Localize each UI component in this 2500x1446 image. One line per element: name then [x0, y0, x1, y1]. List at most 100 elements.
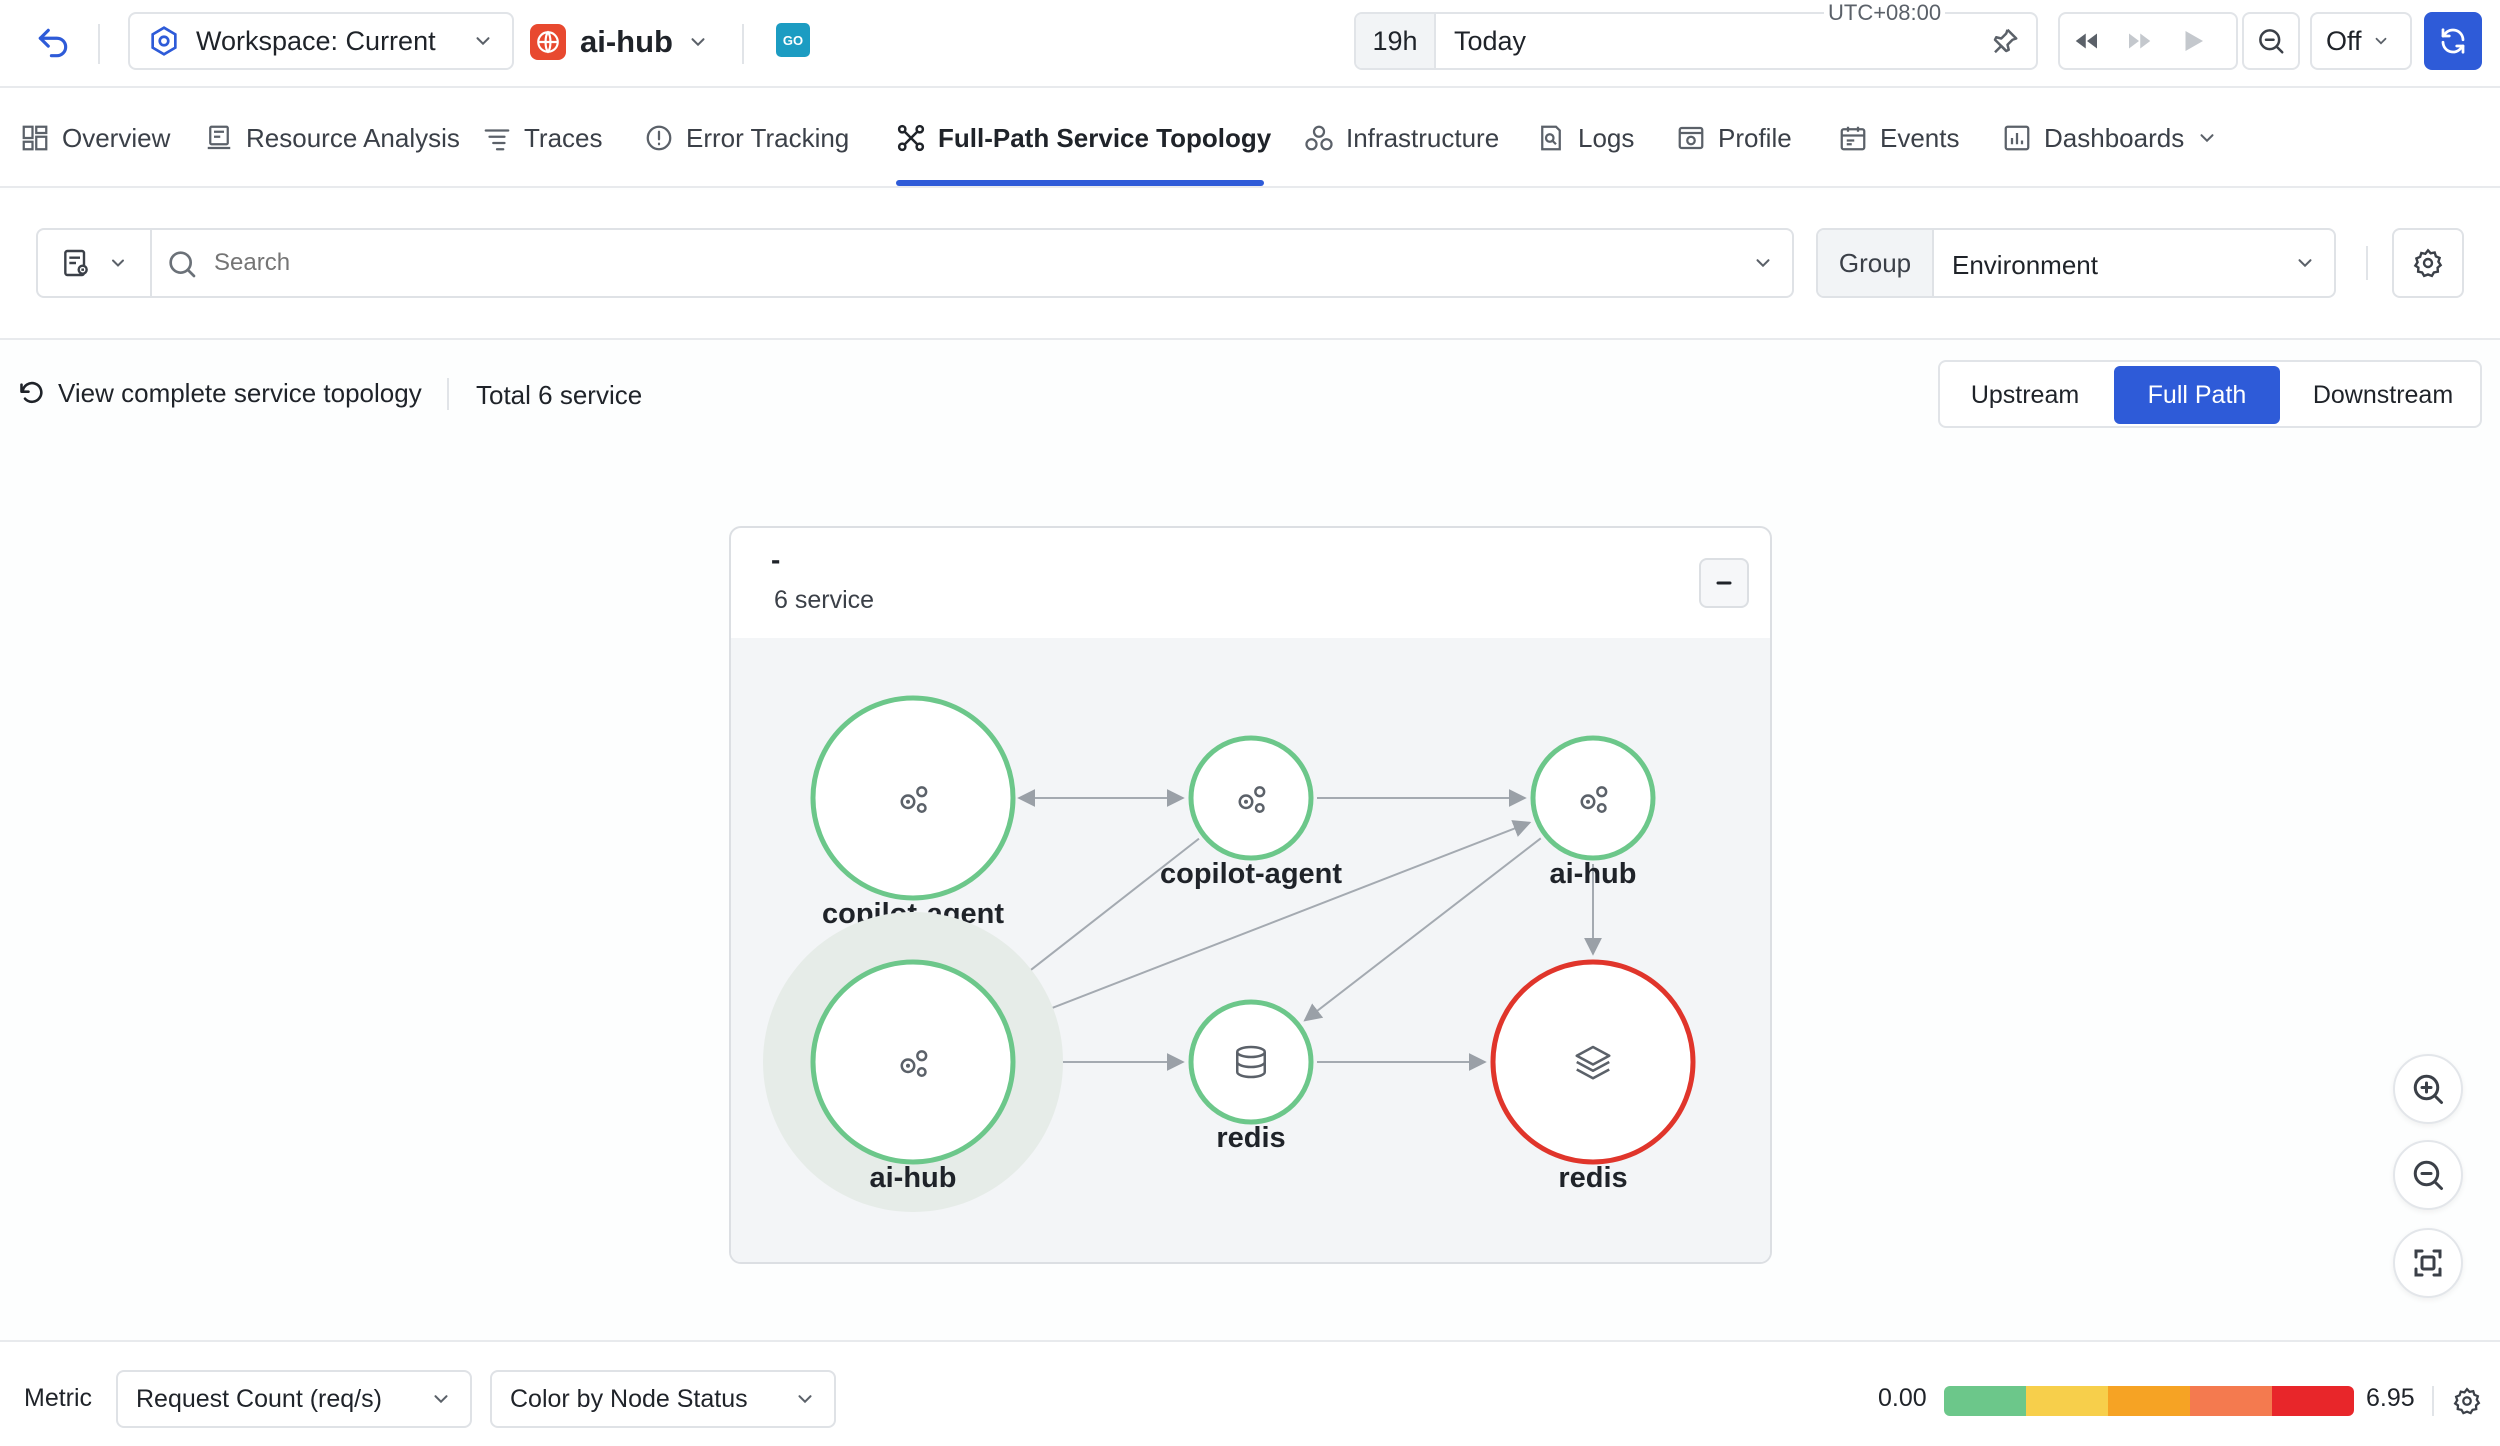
tab-traces[interactable]: Traces — [482, 88, 603, 188]
node-label: copilot-agent — [1160, 858, 1342, 890]
zoom-out-time-button[interactable] — [2242, 12, 2300, 70]
tab-error-tracking[interactable]: Error Tracking — [644, 88, 849, 188]
chevron-down-icon — [430, 1388, 452, 1410]
undo-icon — [18, 380, 46, 408]
workspace-icon — [148, 25, 180, 57]
topology-nodes: copilot-agent copilot-agent ai-hub ai-hub re… — [763, 695, 1696, 1212]
timezone-label: UTC+08:00 — [1824, 0, 1946, 26]
back-icon[interactable] — [34, 24, 72, 62]
app-globe-icon — [530, 24, 566, 60]
topology-canvas[interactable]: copilot-agent copilot-agent ai-hub ai-hub re… — [731, 638, 1770, 1262]
service-group-card: - 6 service copilot-agent copilot-agent ai… — [729, 526, 1772, 1264]
search-icon — [166, 248, 198, 280]
color-scale-segment — [2190, 1386, 2272, 1416]
fast-forward-icon[interactable] — [2124, 26, 2154, 56]
group-label-box: Group — [1818, 230, 1934, 296]
settings-button[interactable] — [2392, 228, 2464, 298]
chevron-down-icon — [2294, 252, 2316, 274]
zoom-in-button[interactable] — [2393, 1054, 2463, 1124]
metric-selector[interactable]: Request Count (req/s) — [116, 1370, 472, 1428]
workspace-selector[interactable]: Workspace: Current — [128, 12, 514, 70]
filter-list-icon — [60, 247, 92, 279]
metric-footer: Metric Request Count (req/s) Color by No… — [0, 1340, 2500, 1446]
search-input[interactable] — [214, 242, 1714, 284]
top-bar: Workspace: Current ai-hub GO 19h Today U… — [0, 0, 2500, 88]
play-icon[interactable] — [2178, 26, 2208, 56]
tab-events[interactable]: Events — [1838, 88, 1960, 188]
language-badge-text: GO — [782, 32, 804, 48]
auto-refresh-value: Off — [2326, 25, 2362, 56]
tab-profile[interactable]: Profile — [1676, 88, 1792, 188]
chevron-down-icon — [2196, 127, 2218, 149]
infrastructure-icon — [1304, 123, 1334, 153]
group-selector[interactable]: Group Environment — [1816, 228, 2336, 298]
overview-icon — [20, 123, 50, 153]
view-complete-topology-link[interactable]: View complete service topology — [18, 378, 422, 409]
gear-icon — [2412, 247, 2444, 279]
refresh-button[interactable] — [2424, 12, 2482, 70]
filter-bar: Group Environment — [0, 190, 2500, 340]
color-scale-segment — [2026, 1386, 2108, 1416]
node-label: redis — [1216, 1122, 1285, 1154]
scale-min-label: 0.00 — [1878, 1384, 1927, 1412]
events-icon — [1838, 123, 1868, 153]
color-mode-value: Color by Node Status — [510, 1384, 748, 1413]
mode-downstream[interactable]: Downstream — [2288, 366, 2478, 424]
fit-view-button[interactable] — [2393, 1228, 2463, 1298]
tab-resource-analysis[interactable]: Resource Analysis — [204, 88, 460, 188]
zoom-out-icon — [2410, 1157, 2446, 1193]
filter-type-selector[interactable] — [38, 230, 152, 296]
tab-logs[interactable]: Logs — [1536, 88, 1634, 188]
direction-toggle: Upstream Full Path Downstream — [1938, 360, 2482, 428]
chevron-down-icon — [794, 1388, 816, 1410]
chevron-down-icon — [687, 31, 709, 53]
topology-node[interactable]: copilot-agent — [1160, 735, 1342, 890]
error-icon — [644, 123, 674, 153]
gear-icon[interactable] — [2452, 1386, 2482, 1416]
tab-infrastructure[interactable]: Infrastructure — [1304, 88, 1499, 188]
rewind-icon[interactable] — [2072, 26, 2102, 56]
tab-dashboards[interactable]: Dashboards — [2002, 88, 2218, 188]
app-selector[interactable]: ai-hub — [530, 14, 716, 70]
topology-node[interactable]: redis — [1490, 959, 1696, 1194]
scale-max-label: 6.95 — [2366, 1384, 2415, 1412]
chevron-down-icon[interactable] — [1752, 252, 1774, 274]
topology-node[interactable]: copilot-agent — [810, 695, 1016, 930]
minus-icon — [1712, 571, 1736, 595]
metric-label: Metric — [24, 1384, 93, 1412]
tab-overview[interactable]: Overview — [20, 88, 170, 188]
logs-icon — [1536, 123, 1566, 153]
zoom-in-icon — [2410, 1071, 2446, 1107]
search-box — [36, 228, 1794, 298]
time-range-label: Today — [1454, 25, 1527, 56]
chevron-down-icon — [472, 30, 494, 52]
topology-node[interactable]: ai-hub — [1530, 735, 1656, 890]
refresh-icon — [2438, 26, 2468, 56]
collapse-group-button[interactable] — [1699, 558, 1749, 608]
app-name: ai-hub — [580, 24, 673, 59]
color-scale-segment — [1944, 1386, 2026, 1416]
pin-icon[interactable] — [1990, 26, 2020, 56]
playback-controls — [2058, 12, 2238, 70]
topology-icon — [896, 123, 926, 153]
fit-view-icon — [2410, 1245, 2446, 1281]
topology-node[interactable]: ai-hub — [763, 912, 1063, 1212]
auto-refresh-selector[interactable]: Off — [2310, 12, 2412, 70]
mode-full-path[interactable]: Full Path — [2114, 366, 2280, 424]
topology-node[interactable]: redis — [1188, 999, 1314, 1154]
group-title: - — [771, 544, 781, 575]
traces-icon — [482, 123, 512, 153]
time-range-short: 19h — [1356, 14, 1436, 68]
chevron-down-icon — [108, 253, 128, 273]
metric-value: Request Count (req/s) — [136, 1384, 382, 1413]
active-tab-indicator — [896, 180, 1264, 186]
chevron-down-icon — [2372, 32, 2390, 50]
zoom-out-icon — [2256, 26, 2286, 56]
color-mode-selector[interactable]: Color by Node Status — [490, 1370, 836, 1428]
node-label: ai-hub — [1550, 858, 1637, 890]
dashboards-icon — [2002, 123, 2032, 153]
mode-upstream[interactable]: Upstream — [1944, 366, 2106, 424]
tab-full-path-topology[interactable]: Full-Path Service Topology — [896, 88, 1271, 188]
group-label: Group — [1838, 247, 1912, 278]
zoom-out-button[interactable] — [2393, 1140, 2463, 1210]
